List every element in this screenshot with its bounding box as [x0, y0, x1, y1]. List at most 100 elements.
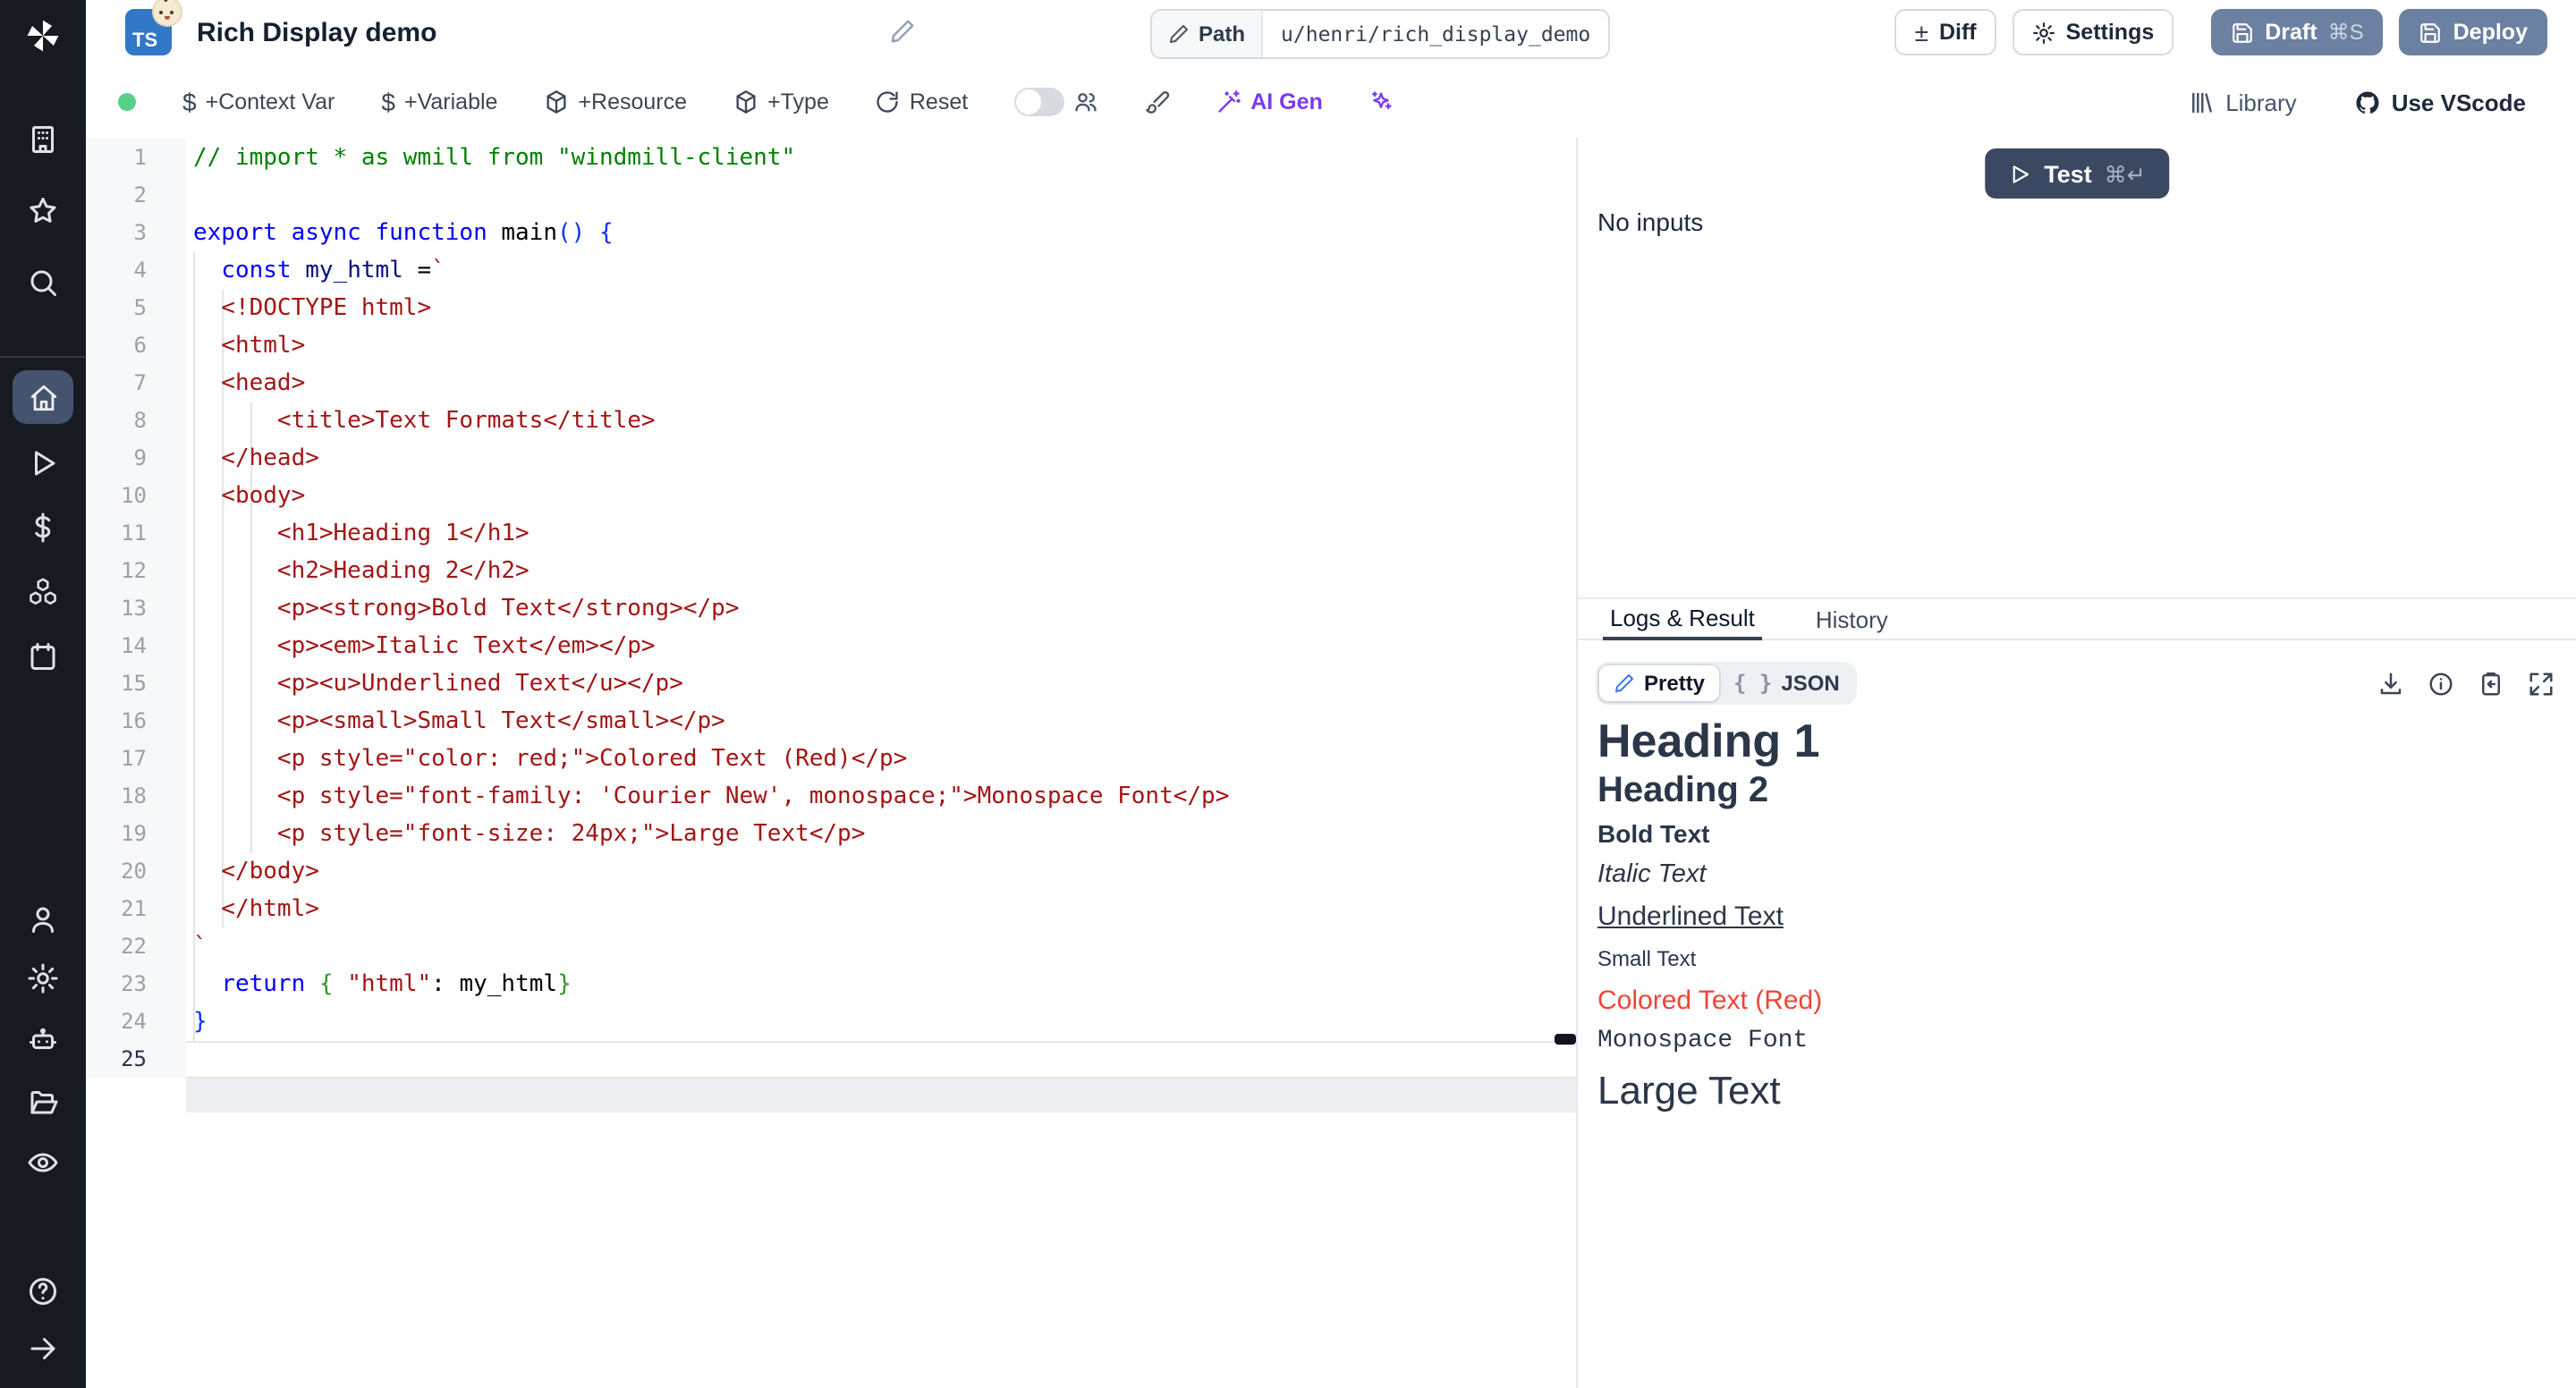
- code-line: 3export async function main() {: [86, 215, 1576, 252]
- add-resource-button[interactable]: +Resource: [544, 89, 687, 114]
- sidebar-item-resources[interactable]: [0, 576, 86, 608]
- sidebar-item-variables[interactable]: [0, 512, 86, 544]
- toggle-switch[interactable]: [1014, 88, 1064, 116]
- reset-icon: [876, 89, 901, 114]
- reset-button[interactable]: Reset: [876, 89, 968, 114]
- sidebar-item-help[interactable]: [0, 1275, 86, 1308]
- pen-icon: [1614, 673, 1635, 694]
- home-icon: [28, 382, 58, 412]
- diff-button[interactable]: ± Diff: [1895, 9, 1996, 55]
- pane-drag-handle[interactable]: [1555, 1034, 1576, 1045]
- building-icon: [27, 123, 59, 156]
- sidebar-expand-button[interactable]: [0, 1333, 86, 1365]
- draft-shortcut: ⌘S: [2328, 20, 2364, 45]
- status-dot: [118, 93, 136, 111]
- package-icon: [544, 89, 569, 114]
- path-control[interactable]: Path u/henri/rich_display_demo: [1150, 9, 1610, 59]
- result-heading1: Heading 1: [1597, 714, 2546, 767]
- result-monospace-text: Monospace Font: [1597, 1021, 2546, 1062]
- user-icon: [27, 903, 59, 935]
- gear-icon: [2032, 21, 2055, 44]
- use-vscode-button[interactable]: Use VScode: [2354, 89, 2526, 115]
- code-line: 24}: [86, 1003, 1576, 1041]
- sidebar-item-favorites[interactable]: [0, 195, 86, 227]
- editor-bottom-band: [186, 1079, 1576, 1113]
- info-icon[interactable]: [2428, 670, 2454, 697]
- dollar-icon: $: [182, 88, 197, 116]
- tab-logs-result[interactable]: Logs & Result: [1603, 600, 1762, 639]
- code-line: 6 <html>: [86, 327, 1576, 365]
- add-variable-button[interactable]: $ +Variable: [381, 88, 497, 116]
- paintbrush-icon: [1145, 89, 1170, 114]
- code-lines: 1// import * as wmill from "windmill-cli…: [86, 140, 1576, 1079]
- result-large-text: Large Text: [1597, 1062, 2546, 1120]
- github-icon: [2354, 89, 2381, 115]
- format-button[interactable]: [1145, 89, 1170, 114]
- play-icon: [27, 447, 59, 479]
- plus-minus-icon: ±: [1915, 20, 1928, 45]
- pencil-icon: [1168, 23, 1190, 45]
- blocks-icon: [27, 576, 59, 608]
- code-line: 7 <head>: [86, 365, 1576, 402]
- code-editor[interactable]: 1// import * as wmill from "windmill-cli…: [86, 138, 1576, 1388]
- test-button[interactable]: Test ⌘↵: [1985, 148, 2169, 199]
- draft-button[interactable]: Draft ⌘S: [2211, 9, 2383, 55]
- content-split: 1// import * as wmill from "windmill-cli…: [86, 138, 2576, 1388]
- view-mode-switch: Pretty { } JSON: [1596, 662, 1858, 705]
- view-mode-pretty[interactable]: Pretty: [1599, 665, 1719, 701]
- code-line: 9 </head>: [86, 440, 1576, 478]
- result-small-text: Small Text: [1597, 939, 2546, 980]
- deploy-button[interactable]: Deploy: [2400, 9, 2547, 55]
- windmill-logo[interactable]: [0, 11, 86, 61]
- add-type-button[interactable]: +Type: [733, 89, 829, 114]
- code-line: 13 <p><strong>Bold Text</strong></p>: [86, 590, 1576, 628]
- language-badge-typescript[interactable]: TS: [125, 9, 172, 55]
- help-icon: [27, 1275, 59, 1308]
- result-tabs: Logs & Result History: [1578, 597, 2576, 640]
- sparkles-button[interactable]: [1369, 89, 1394, 114]
- sidebar-item-audit[interactable]: [0, 1147, 86, 1179]
- eye-icon: [27, 1147, 59, 1179]
- result-underlined-text: Underlined Text: [1597, 896, 2546, 939]
- code-line: 17 <p style="color: red;">Colored Text (…: [86, 741, 1576, 778]
- download-icon[interactable]: [2377, 670, 2404, 697]
- ai-gen-button[interactable]: AI Gen: [1216, 89, 1323, 114]
- sidebar-item-schedules[interactable]: [0, 640, 86, 673]
- view-mode-json[interactable]: { } JSON: [1719, 665, 1854, 701]
- code-line: 21 </html>: [86, 891, 1576, 928]
- right-panel: Test ⌘↵ No inputs Logs & Result History …: [1578, 138, 2576, 1388]
- result-italic-text: Italic Text: [1597, 855, 2546, 896]
- sidebar-item-workers[interactable]: [0, 1025, 86, 1057]
- code-line: 12 <h2>Heading 2</h2>: [86, 553, 1576, 590]
- settings-button[interactable]: Settings: [2012, 9, 2174, 55]
- result-display: Heading 1 Heading 2 Bold Text Italic Tex…: [1597, 714, 2546, 1120]
- collab-toggle[interactable]: [1014, 88, 1098, 116]
- expand-icon[interactable]: [2528, 670, 2555, 697]
- worker-robot-icon: [27, 1025, 59, 1057]
- edit-title-button[interactable]: [889, 18, 916, 45]
- users-icon: [1073, 89, 1098, 114]
- library-button[interactable]: Library: [2188, 89, 2297, 115]
- star-icon: [27, 195, 59, 227]
- sidebar-item-users[interactable]: [0, 903, 86, 935]
- sidebar-item-search[interactable]: [0, 267, 86, 299]
- result-heading2: Heading 2: [1597, 767, 2546, 814]
- code-line: 20 </body>: [86, 853, 1576, 891]
- folder-open-icon: [27, 1086, 59, 1118]
- dollar-icon: $: [381, 88, 395, 116]
- sidebar-item-settings[interactable]: [0, 962, 86, 994]
- clipboard-copy-icon[interactable]: [2478, 670, 2504, 697]
- add-context-var-button[interactable]: $ +Context Var: [182, 88, 335, 116]
- code-line: 8 <title>Text Formats</title>: [86, 402, 1576, 440]
- sidebar-item-workspace[interactable]: [0, 123, 86, 156]
- code-line: 1// import * as wmill from "windmill-cli…: [86, 140, 1576, 177]
- script-path: u/henri/rich_display_demo: [1263, 11, 1608, 57]
- result-toolbar: Pretty { } JSON: [1578, 662, 2576, 705]
- sidebar-item-runs[interactable]: [0, 447, 86, 479]
- sidebar-item-folders[interactable]: [0, 1086, 86, 1118]
- code-line: 18 <p style="font-family: 'Courier New',…: [86, 778, 1576, 816]
- library-icon: [2188, 89, 2215, 115]
- sidebar-item-home[interactable]: [13, 370, 73, 424]
- result-colored-text: Colored Text (Red): [1597, 980, 2546, 1021]
- tab-history[interactable]: History: [1809, 599, 1895, 639]
